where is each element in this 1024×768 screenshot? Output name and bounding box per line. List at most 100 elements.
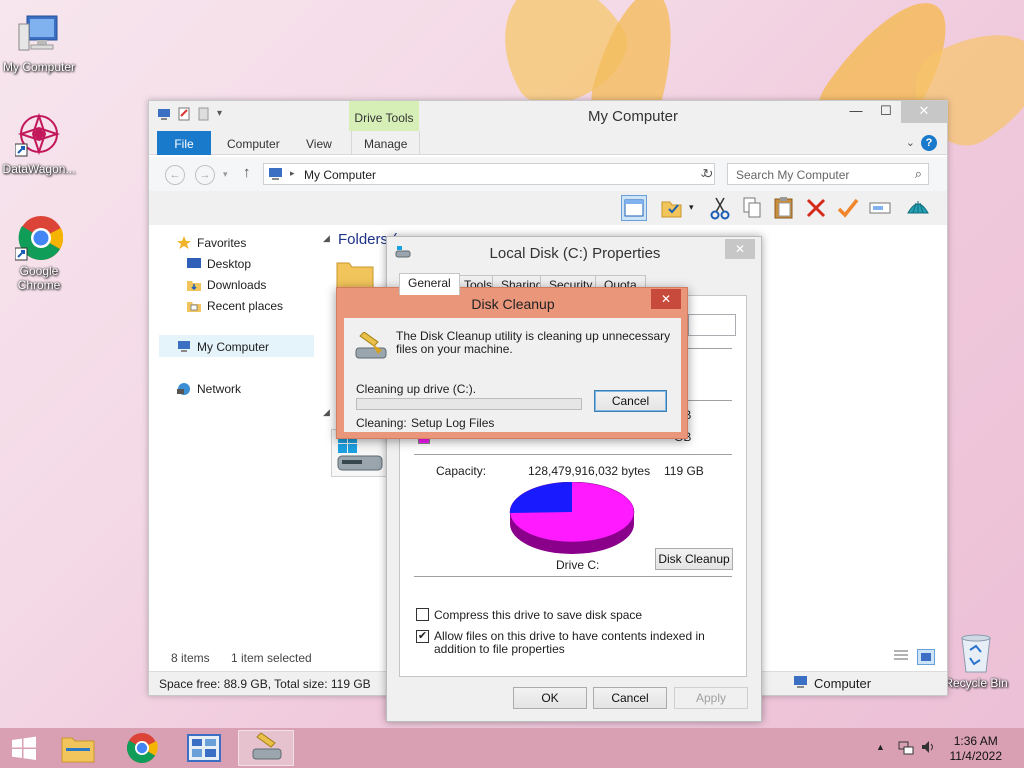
cut-icon[interactable]	[707, 195, 733, 221]
address-bar[interactable]: ▸ My Computer ⌄	[263, 163, 715, 185]
nav-label: Desktop	[207, 257, 252, 271]
nav-label: Network	[197, 382, 242, 396]
minimize-button[interactable]: —	[841, 101, 871, 123]
disk-cleanup-button[interactable]: Disk Cleanup	[655, 548, 733, 570]
capacity-label: Capacity:	[436, 464, 487, 478]
customize-qat-icon[interactable]: ▾	[217, 107, 231, 121]
up-button[interactable]: ↑	[243, 164, 251, 181]
window-controls: — ☐ ✕	[841, 101, 947, 123]
properties-icon[interactable]	[177, 107, 191, 121]
divider	[414, 576, 732, 577]
volume-tray-icon[interactable]	[920, 739, 936, 755]
nav-label: Downloads	[207, 278, 267, 292]
taskbar-disk-cleanup[interactable]	[238, 730, 294, 766]
check-icon[interactable]	[835, 195, 861, 221]
show-hidden-icons[interactable]: ▲	[876, 742, 885, 752]
address-text: My Computer	[304, 168, 377, 182]
tab-file[interactable]: File	[157, 131, 211, 155]
file-explorer-icon	[61, 737, 95, 763]
search-box[interactable]: Search My Computer ⌕	[727, 163, 929, 185]
windows-logo-icon	[12, 736, 36, 760]
shell-icon[interactable]	[905, 195, 931, 221]
desktop-icon-google-chrome[interactable]: Google Chrome	[0, 214, 78, 292]
paste-icon[interactable]	[771, 195, 797, 221]
forward-button[interactable]: →	[195, 165, 215, 185]
compress-checkbox[interactable]	[416, 608, 429, 621]
large-icons-view-icon[interactable]	[917, 649, 935, 665]
rename-icon[interactable]	[867, 195, 893, 221]
copy-icon[interactable]	[739, 195, 765, 221]
desktop-icon-my-computer[interactable]: My Computer	[0, 10, 78, 74]
nav-item-desktop[interactable]: Desktop	[187, 254, 251, 274]
recent-locations-icon[interactable]: ▾	[223, 169, 228, 180]
folder-options-dropdown-icon[interactable]: ▾	[689, 202, 694, 213]
index-label: Allow files on this drive to have conten…	[434, 629, 705, 656]
delete-icon[interactable]	[803, 195, 829, 221]
back-button[interactable]: ←	[165, 165, 185, 185]
taskbar-file-explorer[interactable]	[50, 730, 106, 766]
ok-button[interactable]: OK	[513, 687, 587, 709]
taskbar-chrome[interactable]	[114, 730, 170, 766]
pie-used-slice	[510, 482, 572, 513]
control-panel-icon	[187, 734, 221, 762]
nav-item-downloads[interactable]: Downloads	[187, 275, 266, 295]
star-icon	[177, 235, 191, 249]
compress-label: Compress this drive to save disk space	[434, 608, 643, 622]
start-button[interactable]	[0, 730, 48, 766]
network-tray-icon[interactable]	[898, 739, 914, 755]
network-icon	[177, 381, 191, 395]
index-checkbox[interactable]: ✔	[416, 630, 429, 643]
divider	[414, 454, 732, 455]
maximize-button[interactable]: ☐	[871, 101, 901, 123]
selection-count: 1 item selected	[231, 651, 312, 665]
tab-general[interactable]: General	[399, 273, 460, 295]
capacity-bytes: 128,479,916,032 bytes	[528, 464, 651, 478]
downloads-icon	[187, 277, 201, 291]
folder-options-icon[interactable]	[659, 195, 685, 221]
cleaning-label: Cleaning:	[356, 416, 407, 430]
computer-small-icon[interactable]	[157, 107, 171, 121]
close-button[interactable]: ✕	[725, 239, 755, 259]
desktop-icon-datawagon[interactable]: DataWagon...	[0, 112, 78, 176]
nav-label: Favorites	[197, 236, 247, 250]
collapse-folders-icon[interactable]: ◢	[323, 233, 330, 244]
nav-label: My Computer	[197, 340, 270, 354]
datawagon-icon	[14, 112, 63, 160]
cancel-button[interactable]: Cancel	[593, 687, 667, 709]
computer-icon	[15, 10, 63, 58]
clock[interactable]: 1:36 AM 11/4/2022	[950, 734, 1003, 764]
help-icon[interactable]: ?	[921, 135, 937, 151]
explorer-titlebar[interactable]: ▾ Drive Tools My Computer — ☐ ✕	[149, 101, 947, 131]
taskbar-control-panel[interactable]	[176, 730, 232, 766]
refresh-icon[interactable]: ↻	[697, 163, 719, 185]
tab-view[interactable]: View	[294, 131, 344, 155]
new-folder-icon[interactable]	[197, 107, 211, 121]
tab-manage[interactable]: Manage	[351, 131, 421, 155]
clock-date: 11/4/2022	[949, 749, 1003, 763]
expand-ribbon-icon[interactable]: ⌄	[906, 136, 915, 149]
nav-item-favorites[interactable]: Favorites	[177, 233, 246, 253]
drive-label-input[interactable]	[688, 314, 736, 336]
desktop-icon-recycle-bin[interactable]: Recycle Bin	[936, 632, 1016, 690]
drive-label: Drive C:	[556, 558, 600, 572]
cleanup-cancel-button[interactable]: Cancel	[594, 390, 667, 412]
computer-icon	[177, 339, 191, 352]
clock-time: 1:36 AM	[953, 734, 998, 748]
nav-item-network[interactable]: Network	[177, 379, 241, 399]
nav-item-my-computer[interactable]: My Computer	[177, 337, 269, 357]
computer-small-icon	[793, 675, 809, 689]
recent-places-icon	[187, 298, 201, 312]
close-button[interactable]: ✕	[901, 101, 947, 123]
close-button[interactable]: ✕	[651, 289, 681, 309]
computer-small-icon	[269, 168, 282, 180]
preview-pane-icon[interactable]	[621, 195, 647, 221]
collapse-devices-icon[interactable]: ◢	[323, 407, 330, 418]
tab-computer[interactable]: Computer	[215, 131, 292, 155]
nav-item-recent-places[interactable]: Recent places	[187, 296, 283, 316]
navigation-pane: Favorites Desktop Downloads Recent place…	[149, 225, 319, 645]
apply-button[interactable]: Apply	[674, 687, 748, 709]
disk-cleanup-body: The Disk Cleanup utility is cleaning up …	[344, 318, 681, 432]
details-view-icon[interactable]	[893, 649, 911, 665]
desktop-icon-label: My Computer	[2, 60, 76, 74]
cleaning-item: Setup Log Files	[411, 416, 495, 430]
